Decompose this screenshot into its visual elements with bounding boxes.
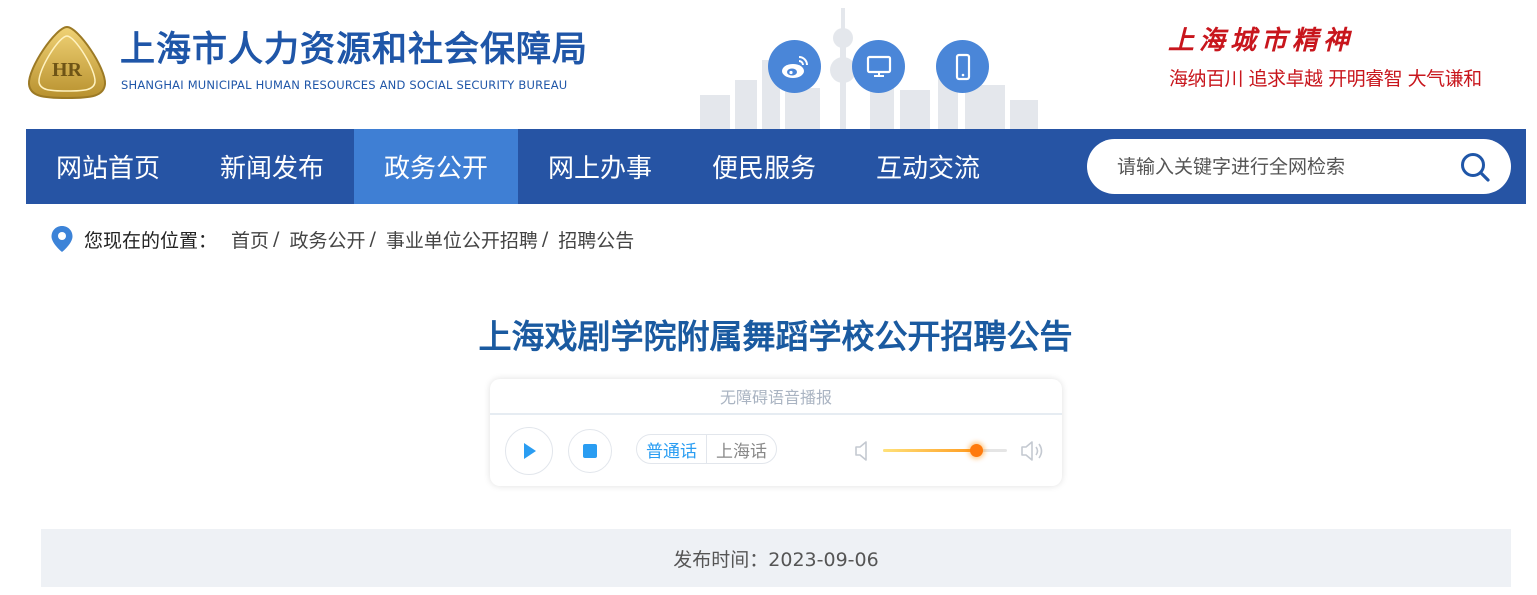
dialect-switch: 普通话 上海话 — [636, 434, 777, 464]
site-header: HR 上海市人力资源和社会保障局 SHANGHAI MUNICIPAL HUMA… — [0, 0, 1537, 129]
nav-item-public-services[interactable]: 便民服务 — [682, 129, 846, 204]
breadcrumb-public-recruitment[interactable]: 事业单位公开招聘 — [386, 226, 538, 253]
weibo-button[interactable] — [768, 40, 821, 93]
stop-button[interactable] — [568, 429, 612, 473]
mobile-icon — [955, 53, 970, 80]
article-title: 上海戏剧学院附属舞蹈学校公开招聘公告 — [478, 317, 1073, 356]
volume-slider[interactable] — [883, 444, 1007, 457]
site-name-english: SHANGHAI MUNICIPAL HUMAN RESOURCES AND S… — [121, 78, 568, 92]
breadcrumb-government-affairs[interactable]: 政务公开 — [289, 226, 365, 253]
accessibility-audio-player: 无障碍语音播报 普通话 上海话 — [490, 379, 1062, 486]
breadcrumb-separator: / — [541, 228, 549, 250]
publish-date: 发布时间：2023-09-06 — [673, 548, 879, 571]
location-pin-icon — [51, 226, 73, 252]
volume-level — [883, 449, 976, 452]
breadcrumb: 您现在的位置： 首页 / 政务公开 / 事业单位公开招聘 / 招聘公告 — [50, 224, 634, 254]
svg-text:HR: HR — [52, 59, 83, 81]
breadcrumb-separator: / — [369, 228, 376, 250]
play-button[interactable] — [505, 427, 553, 475]
player-header: 无障碍语音播报 — [490, 379, 1062, 415]
nav-item-news[interactable]: 新闻发布 — [190, 129, 354, 204]
volume-handle[interactable] — [970, 444, 983, 457]
stop-icon — [583, 444, 597, 458]
search-box — [1087, 139, 1511, 194]
volume-high-icon[interactable] — [1018, 437, 1046, 465]
bureau-emblem-icon[interactable]: HR — [26, 24, 108, 100]
site-name[interactable]: 上海市人力资源和社会保障局 — [120, 28, 588, 72]
breadcrumb-home[interactable]: 首页 — [231, 226, 269, 253]
volume-low-icon[interactable] — [850, 437, 878, 465]
breadcrumb-label: 您现在的位置： — [84, 229, 218, 252]
city-spirit-motto: 海纳百川 追求卓越 开明睿智 大气谦和 — [1169, 68, 1482, 90]
city-spirit-title: 上海城市精神 — [1168, 26, 1355, 56]
main-nav: 网站首页 新闻发布 政务公开 网上办事 便民服务 互动交流 — [26, 129, 1526, 204]
nav-menu: 网站首页 新闻发布 政务公开 网上办事 便民服务 互动交流 — [26, 129, 1010, 204]
publish-info-bar: 发布时间：2023-09-06 — [41, 529, 1511, 587]
breadcrumb-separator: / — [273, 228, 280, 250]
dialect-mandarin[interactable]: 普通话 — [637, 435, 706, 463]
nav-item-home[interactable]: 网站首页 — [26, 129, 190, 204]
desktop-button[interactable] — [852, 40, 905, 93]
play-icon — [524, 443, 536, 459]
mobile-button[interactable] — [936, 40, 989, 93]
search-input[interactable] — [1117, 155, 1447, 178]
breadcrumb-recruitment-notice[interactable]: 招聘公告 — [558, 226, 634, 253]
dialect-shanghainese[interactable]: 上海话 — [706, 435, 776, 463]
nav-item-government-affairs[interactable]: 政务公开 — [354, 129, 518, 204]
header-icon-group — [768, 40, 989, 93]
weibo-icon — [781, 55, 808, 78]
nav-item-interaction[interactable]: 互动交流 — [846, 129, 1010, 204]
search-icon[interactable] — [1459, 151, 1491, 183]
player-controls: 普通话 上海话 — [490, 415, 1062, 486]
nav-item-online-services[interactable]: 网上办事 — [518, 129, 682, 204]
desktop-icon — [866, 55, 891, 77]
